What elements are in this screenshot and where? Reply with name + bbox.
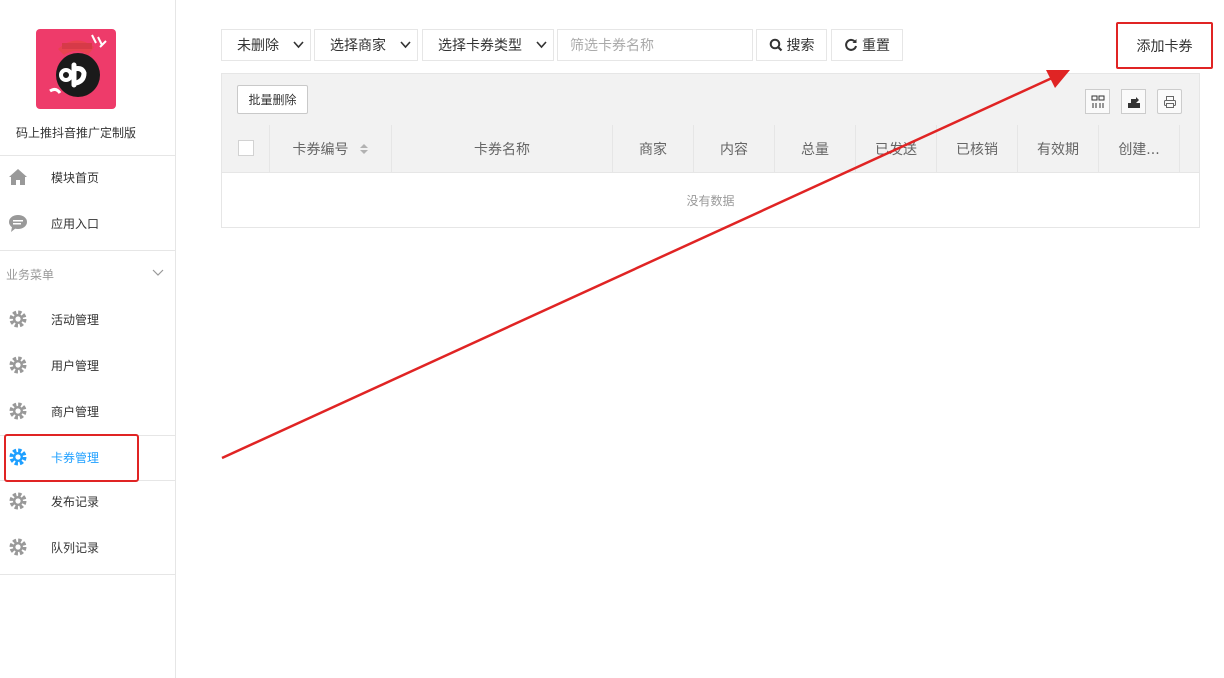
status-select-value: 未删除 bbox=[237, 38, 279, 54]
merchant-select-value: 选择商家 bbox=[330, 38, 386, 54]
nav-item-home[interactable]: 模块首页 bbox=[0, 155, 175, 199]
chevron-down-icon bbox=[293, 41, 304, 49]
column-header-label: 卡券编号 bbox=[292, 141, 349, 158]
sort-icon[interactable] bbox=[359, 143, 369, 155]
export-button[interactable] bbox=[1121, 89, 1146, 114]
nav-item-label: 应用入口 bbox=[51, 216, 100, 231]
column-header-redeemed: 已核销 bbox=[937, 125, 1018, 172]
menu-group-title: 业务菜单 bbox=[6, 268, 55, 282]
divider bbox=[0, 574, 175, 575]
coupon-type-select-value: 选择卡券类型 bbox=[438, 38, 522, 54]
app-logo bbox=[36, 29, 116, 109]
coupon-name-filter-placeholder: 筛选卡券名称 bbox=[570, 38, 654, 54]
printer-icon bbox=[1163, 95, 1176, 108]
nav-item-label: 队列记录 bbox=[51, 540, 100, 555]
column-header-label: 已发送 bbox=[875, 141, 917, 158]
batch-delete-label: 批量删除 bbox=[248, 93, 297, 107]
column-header-total: 总量 bbox=[775, 125, 856, 172]
home-icon bbox=[9, 169, 27, 185]
refresh-icon bbox=[845, 38, 857, 51]
app-name: 码上推抖音推广定制版 bbox=[15, 126, 136, 140]
nav-item-publish-records[interactable]: 发布记录 bbox=[0, 479, 175, 523]
gear-icon bbox=[9, 310, 27, 328]
column-header-content: 内容 bbox=[694, 125, 775, 172]
status-select[interactable]: 未删除 bbox=[221, 29, 311, 61]
select-all-cell bbox=[222, 125, 270, 172]
chevron-down-icon[interactable] bbox=[152, 266, 164, 278]
empty-state-text: 没有数据 bbox=[686, 193, 735, 208]
nav-item-label: 模块首页 bbox=[51, 170, 100, 185]
column-header-created: 创建... bbox=[1099, 125, 1180, 172]
annotation-highlight-coupons bbox=[4, 434, 139, 482]
print-button[interactable] bbox=[1157, 89, 1182, 114]
nav-item-merchants[interactable]: 商户管理 bbox=[0, 389, 175, 433]
select-all-checkbox[interactable] bbox=[238, 140, 254, 156]
search-button-label: 搜索 bbox=[786, 38, 815, 54]
columns-icon bbox=[1091, 95, 1104, 108]
column-header-label: 已核销 bbox=[956, 141, 998, 158]
search-button[interactable]: 搜索 bbox=[756, 29, 827, 61]
column-header-sent: 已发送 bbox=[856, 125, 937, 172]
column-header-label: 创建... bbox=[1118, 141, 1160, 158]
nav-item-label: 用户管理 bbox=[51, 358, 100, 373]
gear-icon bbox=[9, 538, 27, 556]
sidebar: 码上推抖音推广定制版 模块首页 应用入口 业务菜单 活动管理 用户管理 商户管理… bbox=[0, 0, 176, 678]
column-header-merchant: 商家 bbox=[613, 125, 694, 172]
nav-item-users[interactable]: 用户管理 bbox=[0, 343, 175, 387]
gear-icon bbox=[9, 492, 27, 510]
nav-item-label: 活动管理 bbox=[51, 312, 100, 327]
chevron-down-icon bbox=[536, 41, 547, 49]
coupon-table: 批量删除 卡券编号 卡券名称 商家 内容 总量 已发送 已核销 有效期 创建..… bbox=[221, 73, 1200, 228]
nav-item-queue-records[interactable]: 队列记录 bbox=[0, 525, 175, 569]
column-header-label: 有效期 bbox=[1037, 141, 1079, 158]
merchant-select[interactable]: 选择商家 bbox=[314, 29, 418, 61]
column-header-label: 卡券名称 bbox=[474, 141, 530, 158]
column-header-label: 商家 bbox=[639, 141, 667, 158]
empty-state: 没有数据 bbox=[222, 173, 1199, 227]
column-header-label: 内容 bbox=[720, 141, 748, 158]
reset-button-label: 重置 bbox=[862, 38, 890, 54]
nav-item-app-entry[interactable]: 应用入口 bbox=[0, 201, 175, 245]
add-coupon-button[interactable]: 添加卡券 bbox=[1116, 22, 1213, 69]
reset-button[interactable]: 重置 bbox=[831, 29, 903, 61]
column-header-validity: 有效期 bbox=[1018, 125, 1099, 172]
chat-bubble-icon bbox=[9, 215, 27, 232]
add-coupon-button-label: 添加卡券 bbox=[1136, 38, 1193, 55]
nav-item-label: 发布记录 bbox=[51, 494, 100, 509]
nav-item-label: 商户管理 bbox=[51, 404, 100, 419]
column-header-coupon-id[interactable]: 卡券编号 bbox=[270, 125, 392, 172]
divider bbox=[0, 250, 175, 251]
column-header-coupon-name: 卡券名称 bbox=[392, 125, 613, 172]
column-header-label: 总量 bbox=[801, 141, 829, 158]
export-icon bbox=[1127, 96, 1140, 108]
coupon-type-select[interactable]: 选择卡券类型 bbox=[422, 29, 554, 61]
nav-item-activity[interactable]: 活动管理 bbox=[0, 297, 175, 341]
batch-delete-button[interactable]: 批量删除 bbox=[237, 85, 308, 114]
gear-icon bbox=[9, 402, 27, 420]
gear-icon bbox=[9, 356, 27, 374]
table-header: 卡券编号 卡券名称 商家 内容 总量 已发送 已核销 有效期 创建... bbox=[222, 125, 1199, 173]
table-toolbar: 批量删除 bbox=[222, 74, 1199, 126]
coupon-name-filter-input[interactable]: 筛选卡券名称 bbox=[557, 29, 753, 61]
columns-toggle-button[interactable] bbox=[1085, 89, 1110, 114]
search-icon bbox=[769, 38, 782, 52]
chevron-down-icon bbox=[400, 41, 411, 49]
